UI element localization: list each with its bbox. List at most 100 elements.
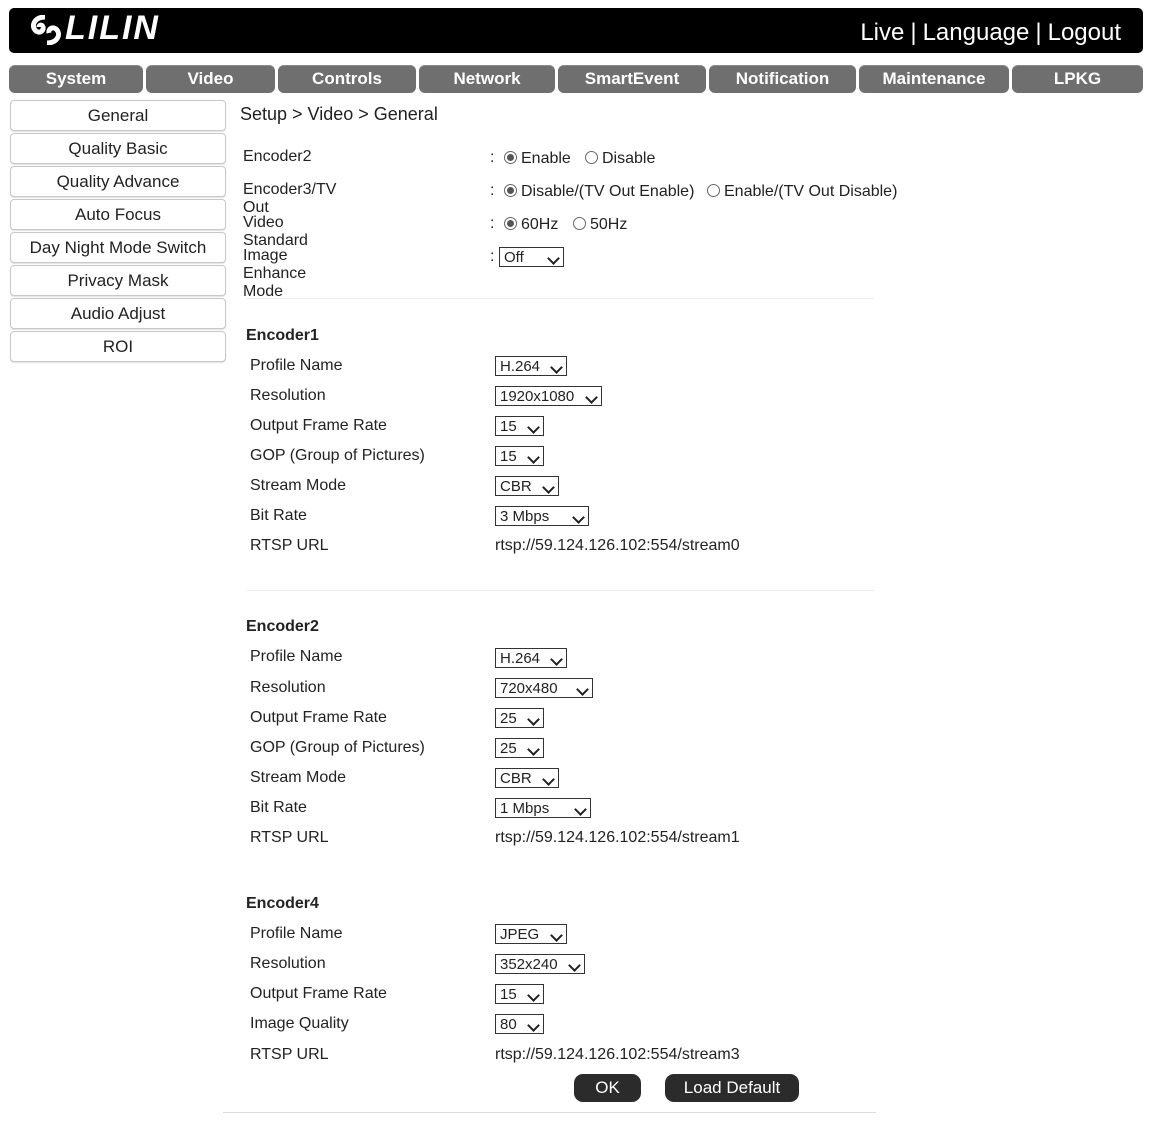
enc1-fps-select[interactable]: 15	[495, 416, 544, 436]
encoder2-title: Encoder2	[246, 618, 319, 635]
section-divider	[247, 298, 874, 299]
load-default-button[interactable]: Load Default	[665, 1074, 799, 1102]
lilin-logo	[29, 14, 63, 50]
top-links: Live | Language | Logout	[860, 19, 1121, 47]
sidebar-item-quality-basic[interactable]: Quality Basic	[10, 133, 226, 164]
enc1-resolution-select[interactable]: 1920x1080	[495, 386, 602, 406]
tab-video[interactable]: Video	[146, 65, 275, 93]
enc2-fps-select[interactable]: 25	[495, 708, 544, 728]
enc2-fps-label: Output Frame Rate	[250, 709, 387, 726]
encoder1-title: Encoder1	[246, 327, 319, 344]
logout-link[interactable]: Logout	[1048, 19, 1121, 46]
chevron-down-icon	[568, 959, 581, 972]
header-bar: LILIN Live | Language | Logout	[9, 8, 1143, 53]
colon: :	[490, 182, 495, 199]
link-separator: |	[910, 19, 917, 46]
tab-system[interactable]: System	[9, 65, 143, 93]
enc2-rtsp-label: RTSP URL	[250, 829, 329, 846]
enc4-fps-select[interactable]: 15	[495, 984, 544, 1004]
sidebar-item-general[interactable]: General	[10, 100, 226, 131]
image-enhance-select[interactable]: Off	[499, 247, 564, 267]
language-link[interactable]: Language	[923, 19, 1030, 46]
tab-maintenance[interactable]: Maintenance	[859, 65, 1009, 93]
encoder2-enable-radio[interactable]: Enable	[504, 150, 571, 168]
sidebar-item-day-night[interactable]: Day Night Mode Switch	[10, 232, 226, 263]
encoder3-disable-radio[interactable]: Disable/(TV Out Enable)	[504, 183, 694, 201]
enc1-gop-select[interactable]: 15	[495, 446, 544, 466]
live-link[interactable]: Live	[860, 19, 904, 46]
colon: :	[490, 248, 495, 265]
colon: :	[490, 215, 495, 232]
enc2-profile-label: Profile Name	[250, 648, 343, 665]
chevron-down-icon	[547, 252, 560, 265]
chevron-down-icon	[572, 511, 585, 524]
enc2-bitrate-select[interactable]: 1 Mbps	[495, 798, 591, 818]
enc4-rtsp-label: RTSP URL	[250, 1046, 329, 1063]
chevron-down-icon	[527, 713, 540, 726]
enc4-fps-label: Output Frame Rate	[250, 985, 387, 1002]
chevron-down-icon	[574, 803, 587, 816]
enc4-resolution-select[interactable]: 352x240	[495, 954, 585, 974]
enc1-rtsp-label: RTSP URL	[250, 537, 329, 554]
chevron-down-icon	[527, 743, 540, 756]
enc1-fps-label: Output Frame Rate	[250, 417, 387, 434]
tab-lpkg[interactable]: LPKG	[1012, 65, 1143, 93]
colon: :	[490, 149, 495, 166]
chevron-down-icon	[527, 451, 540, 464]
video-standard-label: Video Standard	[243, 214, 308, 249]
enc1-bitrate-label: Bit Rate	[250, 507, 307, 524]
main-nav-tabs: System Video Controls Network SmartEvent…	[9, 65, 1143, 93]
enc2-gop-select[interactable]: 25	[495, 738, 544, 758]
enc1-profile-select[interactable]: H.264	[495, 356, 567, 376]
enc2-mode-select[interactable]: CBR	[495, 768, 559, 788]
enc2-rtsp-url: rtsp://59.124.126.102:554/stream1	[495, 829, 740, 846]
section-divider	[247, 590, 874, 591]
sidebar-item-privacy-mask[interactable]: Privacy Mask	[10, 265, 226, 296]
enc1-bitrate-select[interactable]: 3 Mbps	[495, 506, 589, 526]
enc4-resolution-label: Resolution	[250, 955, 326, 972]
enc1-mode-select[interactable]: CBR	[495, 476, 559, 496]
radio-unchecked-icon	[573, 217, 586, 230]
link-separator: |	[1035, 19, 1042, 46]
enc4-profile-select[interactable]: JPEG	[495, 924, 567, 944]
standard-60hz-radio[interactable]: 60Hz	[504, 216, 558, 234]
encoder2-disable-radio[interactable]: Disable	[585, 150, 655, 168]
sidebar: General Quality Basic Quality Advance Au…	[10, 100, 226, 364]
enc4-rtsp-url: rtsp://59.124.126.102:554/stream3	[495, 1046, 740, 1063]
enc1-rtsp-url: rtsp://59.124.126.102:554/stream0	[495, 537, 740, 554]
logo-swirl-icon	[30, 14, 62, 46]
chevron-down-icon	[527, 421, 540, 434]
enc1-resolution-label: Resolution	[250, 387, 326, 404]
sidebar-item-auto-focus[interactable]: Auto Focus	[10, 199, 226, 230]
sidebar-item-audio-adjust[interactable]: Audio Adjust	[10, 298, 226, 329]
tab-notification[interactable]: Notification	[709, 65, 856, 93]
sidebar-item-roi[interactable]: ROI	[10, 331, 226, 362]
enc2-mode-label: Stream Mode	[250, 769, 347, 786]
ok-button[interactable]: OK	[574, 1074, 641, 1102]
enc1-mode-label: Stream Mode	[250, 477, 347, 494]
footer-divider	[223, 1112, 876, 1113]
encoder2-toggle-label: Encoder2	[243, 148, 312, 165]
chevron-down-icon	[585, 391, 598, 404]
sidebar-item-quality-advance[interactable]: Quality Advance	[10, 166, 226, 197]
encoder3-label: Encoder3/TV Out	[243, 181, 337, 216]
chevron-down-icon	[542, 773, 555, 786]
enc4-quality-label: Image Quality	[250, 1015, 349, 1032]
enc2-resolution-select[interactable]: 720x480	[495, 678, 593, 698]
radio-unchecked-icon	[707, 184, 720, 197]
standard-50hz-radio[interactable]: 50Hz	[573, 216, 627, 234]
enc2-profile-select[interactable]: H.264	[495, 648, 567, 668]
enc2-gop-label: GOP (Group of Pictures)	[250, 739, 425, 756]
chevron-down-icon	[550, 653, 563, 666]
chevron-down-icon	[542, 481, 555, 494]
encoder4-title: Encoder4	[246, 895, 319, 912]
tab-network[interactable]: Network	[419, 65, 555, 93]
encoder3-enable-radio[interactable]: Enable/(TV Out Disable)	[707, 183, 897, 201]
radio-checked-icon	[504, 151, 517, 164]
tab-smartevent[interactable]: SmartEvent	[558, 65, 706, 93]
breadcrumb: Setup > Video > General	[240, 104, 438, 124]
chevron-down-icon	[550, 929, 563, 942]
enc4-quality-select[interactable]: 80	[495, 1014, 544, 1034]
tab-controls[interactable]: Controls	[278, 65, 416, 93]
radio-checked-icon	[504, 217, 517, 230]
